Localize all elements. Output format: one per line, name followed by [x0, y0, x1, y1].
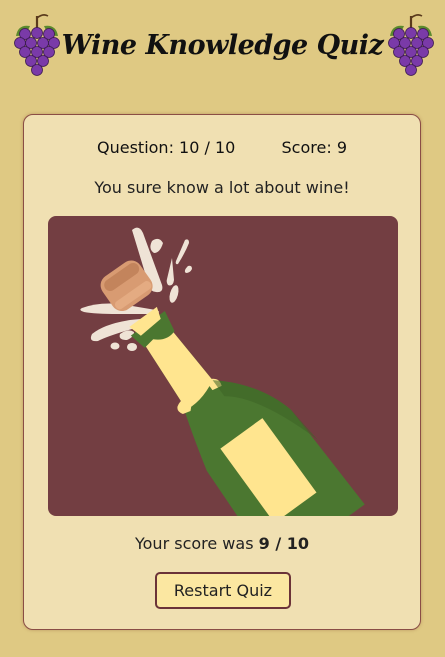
question-label: Question:	[97, 138, 174, 157]
header: Wine Knowledge Quiz	[0, 0, 445, 100]
question-counter: Question: 10 / 10	[97, 138, 235, 157]
champagne-bottle-popping-icon	[80, 227, 365, 516]
question-value: 10 / 10	[179, 138, 236, 157]
score-counter: Score: 9	[282, 138, 347, 157]
final-score: Your score was 9 / 10	[24, 534, 420, 553]
score-value: 9	[336, 138, 347, 157]
restart-quiz-button[interactable]: Restart Quiz	[155, 572, 291, 609]
result-image	[48, 216, 398, 516]
score-label: Score:	[281, 138, 332, 157]
result-card: Question: 10 / 10 Score: 9 You sure know…	[23, 114, 421, 630]
result-message: You sure know a lot about wine!	[94, 178, 350, 197]
grapes-icon	[388, 14, 434, 76]
page-title: Wine Knowledge Quiz	[61, 30, 384, 61]
final-score-value: 9 / 10	[258, 534, 310, 553]
final-score-prefix: Your score was	[134, 534, 254, 553]
quiz-stats: Question: 10 / 10 Score: 9	[24, 138, 420, 157]
